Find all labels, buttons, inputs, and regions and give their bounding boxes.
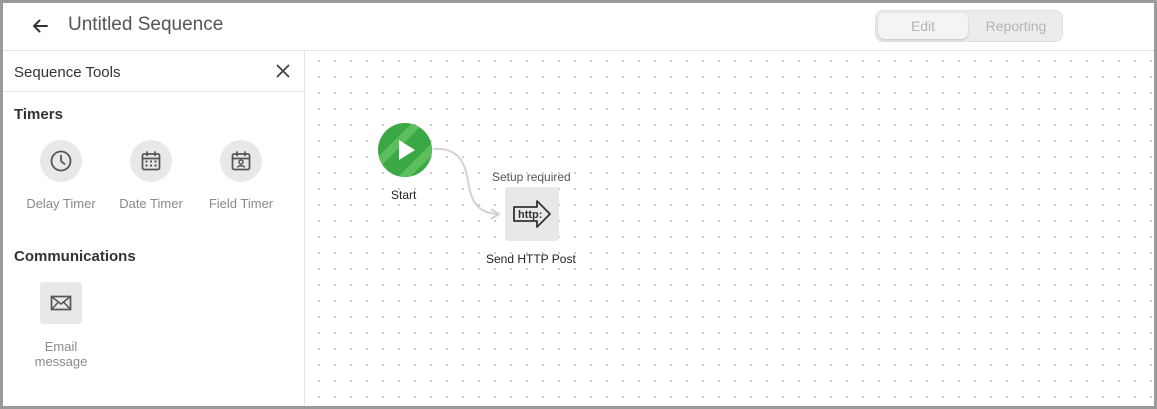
date-timer-tool[interactable]: Date Timer <box>106 140 196 211</box>
clock-icon <box>50 150 72 172</box>
tool-icon-wrap <box>220 140 262 182</box>
node-connector <box>432 147 500 220</box>
send-http-post-label: Send HTTP Post <box>486 252 576 266</box>
svg-text:http:: http: <box>518 209 542 221</box>
delay-timer-tool[interactable]: Delay Timer <box>16 140 106 211</box>
tool-label: Delay Timer <box>26 196 96 211</box>
field-timer-tool[interactable]: Field Timer <box>196 140 286 211</box>
panel-title: Sequence Tools <box>14 64 121 81</box>
close-icon <box>276 64 290 78</box>
tool-icon-wrap <box>40 140 82 182</box>
sequence-canvas[interactable]: Start Setup required http: Send HTTP Pos… <box>305 51 1154 406</box>
edit-tab[interactable]: Edit <box>878 13 968 39</box>
section-title-communications: Communications <box>14 248 136 265</box>
tool-icon-wrap <box>40 282 82 324</box>
section-title-timers: Timers <box>14 106 63 123</box>
page-title: Untitled Sequence <box>68 14 224 35</box>
send-http-post-node[interactable]: http: <box>505 187 559 241</box>
start-node-label: Start <box>391 188 417 202</box>
calendar-person-icon <box>231 151 251 171</box>
start-node[interactable] <box>378 123 432 177</box>
tool-label: Email message <box>34 339 88 369</box>
tool-label: Date Timer <box>119 196 183 211</box>
envelope-icon <box>50 295 72 311</box>
tool-label: Field Timer <box>208 196 274 211</box>
back-button[interactable] <box>27 13 53 39</box>
close-panel-button[interactable] <box>274 62 292 80</box>
calendar-icon <box>141 151 161 171</box>
sequence-tools-panel: Sequence Tools Timers Delay Timer Date T… <box>3 51 305 406</box>
top-bar: Untitled Sequence Edit Reporting <box>3 3 1154 51</box>
mode-toggle: Edit Reporting <box>875 10 1063 42</box>
email-message-tool[interactable]: Email message <box>16 282 106 369</box>
http-arrow-icon: http: <box>513 200 551 228</box>
app-window: Untitled Sequence Edit Reporting Sequenc… <box>0 0 1157 409</box>
setup-required-label: Setup required <box>492 170 571 184</box>
tool-icon-wrap <box>130 140 172 182</box>
reporting-tab[interactable]: Reporting <box>972 13 1060 39</box>
arrow-left-icon <box>33 19 48 33</box>
panel-header: Sequence Tools <box>3 51 304 92</box>
play-icon <box>378 123 432 177</box>
